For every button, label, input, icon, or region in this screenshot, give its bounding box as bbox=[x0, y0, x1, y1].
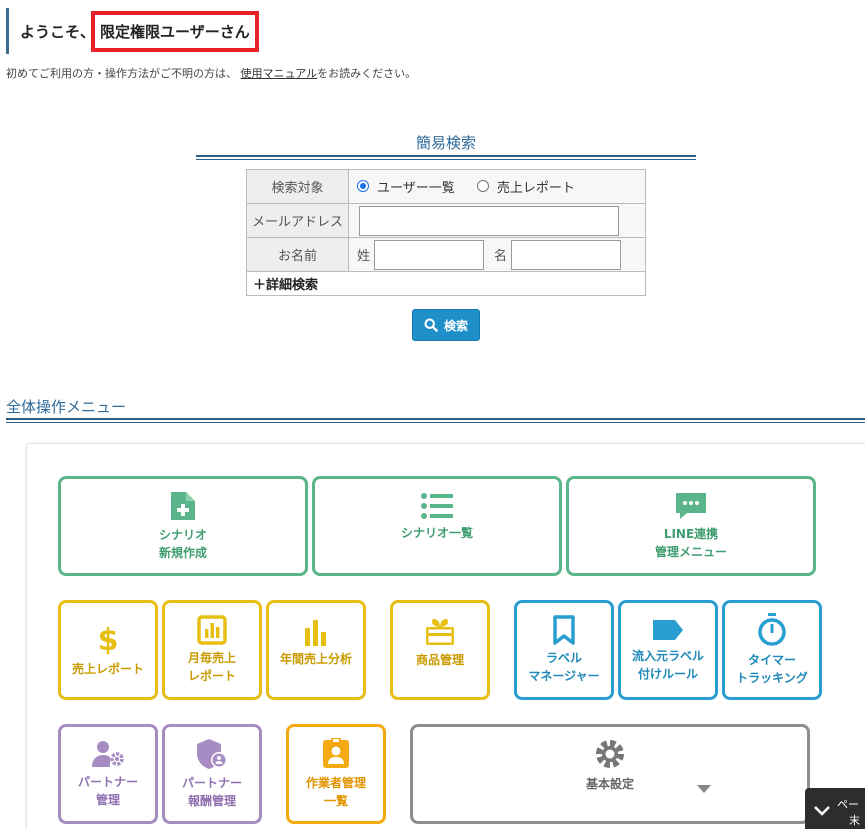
gift-icon bbox=[426, 619, 454, 645]
id-card-icon bbox=[323, 738, 349, 768]
inflow-label-rule-label: 流入元ラベル 付けルール bbox=[631, 649, 704, 681]
list-icon bbox=[421, 493, 453, 519]
chevron-down-icon bbox=[814, 806, 830, 816]
annual-analysis-tile[interactable]: 年間売上分析 bbox=[266, 600, 366, 700]
scenario-list-tile[interactable]: シナリオ一覧 bbox=[312, 476, 562, 576]
detail-search-toggle[interactable]: ＋詳細検索 bbox=[246, 271, 646, 296]
greeting-text: ようこそ、 bbox=[20, 22, 96, 41]
bookmark-icon bbox=[553, 615, 575, 645]
basic-settings-label: 基本設定 bbox=[585, 777, 634, 791]
user-cog-icon bbox=[92, 741, 124, 767]
radio-checked-icon bbox=[357, 180, 369, 193]
label-manager-tile[interactable]: ラベル マネージャー bbox=[514, 600, 614, 700]
search-button[interactable]: 検索 bbox=[412, 309, 480, 341]
last-name-field[interactable] bbox=[374, 239, 485, 270]
scenario-list-label: シナリオ一覧 bbox=[400, 526, 473, 540]
partner-reward-label: パートナー 報酬管理 bbox=[181, 776, 242, 808]
user-name-highlight: 限定権限ユーザーさん bbox=[91, 10, 259, 52]
caret-down-icon bbox=[697, 785, 711, 793]
radio-sales-report-label: 売上レポート bbox=[496, 180, 575, 196]
scenario-new-tile[interactable]: シナリオ 新規作成 bbox=[58, 476, 308, 576]
email-label: メールアドレス bbox=[246, 203, 349, 238]
target-label: 検索対象 bbox=[246, 169, 349, 204]
line-menu-label: LINE連携 管理メニュー bbox=[654, 527, 727, 559]
partner-mgmt-tile[interactable]: パートナー 管理 bbox=[58, 724, 158, 824]
target-options: ユーザー一覧 売上レポート bbox=[348, 169, 646, 204]
stopwatch-icon bbox=[758, 613, 786, 646]
intro-before: 初めてご利用の方・操作方法がご不明の方は、 bbox=[6, 67, 237, 80]
search-button-label: 検索 bbox=[443, 318, 468, 333]
timer-tracking-tile[interactable]: タイマー トラッキング bbox=[722, 600, 822, 700]
worker-list-tile[interactable]: 作業者管理 一覧 bbox=[286, 724, 386, 824]
search-icon bbox=[424, 318, 438, 332]
tag-icon bbox=[653, 620, 683, 640]
first-name-label: 名 bbox=[494, 249, 508, 264]
page-top-label-1: ペー bbox=[837, 798, 859, 811]
intro-text: 初めてご利用の方・操作方法がご不明の方は、 使用マニュアルをお読みください。 bbox=[6, 65, 416, 81]
search-section-title: 簡易検索 bbox=[415, 134, 476, 152]
annual-analysis-label: 年間売上分析 bbox=[279, 652, 352, 666]
bar-chart-icon bbox=[305, 620, 326, 646]
shield-user-icon bbox=[197, 739, 227, 769]
worker-list-label: 作業者管理 一覧 bbox=[305, 776, 366, 808]
radio-sales-report[interactable]: 売上レポート bbox=[476, 177, 575, 196]
monthly-report-tile[interactable]: 月毎売上 レポート bbox=[162, 600, 262, 700]
monthly-report-label: 月毎売上 レポート bbox=[187, 651, 236, 683]
menu-section-title: 全体操作メニュー bbox=[6, 398, 127, 416]
file-plus-icon bbox=[171, 492, 195, 520]
first-name-field[interactable] bbox=[511, 239, 622, 270]
radio-unchecked-icon bbox=[476, 180, 489, 193]
timer-tracking-label: タイマー トラッキング bbox=[736, 653, 808, 685]
page-top-button[interactable]: ペー 末 bbox=[805, 788, 865, 829]
manual-link[interactable]: 使用マニュアル bbox=[241, 67, 318, 80]
last-name-label: 姓 bbox=[357, 249, 371, 264]
dollar-icon: $ bbox=[98, 623, 119, 656]
basic-settings-tile[interactable]: 基本設定 bbox=[410, 724, 810, 824]
email-field[interactable] bbox=[359, 205, 619, 236]
label-manager-label: ラベル マネージャー bbox=[528, 651, 600, 683]
inflow-label-rule-tile[interactable]: 流入元ラベル 付けルール bbox=[618, 600, 718, 700]
chat-bubble-icon bbox=[676, 493, 706, 519]
radio-user-list-label: ユーザー一覧 bbox=[377, 180, 455, 196]
name-label: お名前 bbox=[246, 237, 349, 272]
menu-divider bbox=[6, 418, 865, 423]
page-top-label-2: 末 bbox=[849, 814, 860, 827]
sales-report-tile[interactable]: $ 売上レポート bbox=[58, 600, 158, 700]
partner-reward-tile[interactable]: パートナー 報酬管理 bbox=[162, 724, 262, 824]
product-mgmt-label: 商品管理 bbox=[415, 653, 464, 667]
search-divider bbox=[196, 155, 696, 160]
bar-chart-square-icon bbox=[197, 615, 227, 645]
svg-text:$: $ bbox=[98, 623, 119, 656]
scenario-new-label: シナリオ 新規作成 bbox=[158, 528, 207, 560]
partner-mgmt-label: パートナー 管理 bbox=[77, 775, 138, 807]
gear-icon bbox=[596, 740, 624, 768]
sales-report-label: 売上レポート bbox=[71, 662, 144, 676]
welcome-heading: ようこそ、 限定権限ユーザーさん bbox=[6, 8, 259, 54]
intro-after: をお読みください。 bbox=[317, 67, 417, 80]
line-menu-tile[interactable]: LINE連携 管理メニュー bbox=[566, 476, 816, 576]
radio-user-list[interactable]: ユーザー一覧 bbox=[357, 177, 455, 196]
search-form: 検索対象 ユーザー一覧 売上レポート メールアドレス お名前 姓 名 ＋詳細検索 bbox=[246, 169, 646, 296]
product-mgmt-tile[interactable]: 商品管理 bbox=[390, 600, 490, 700]
